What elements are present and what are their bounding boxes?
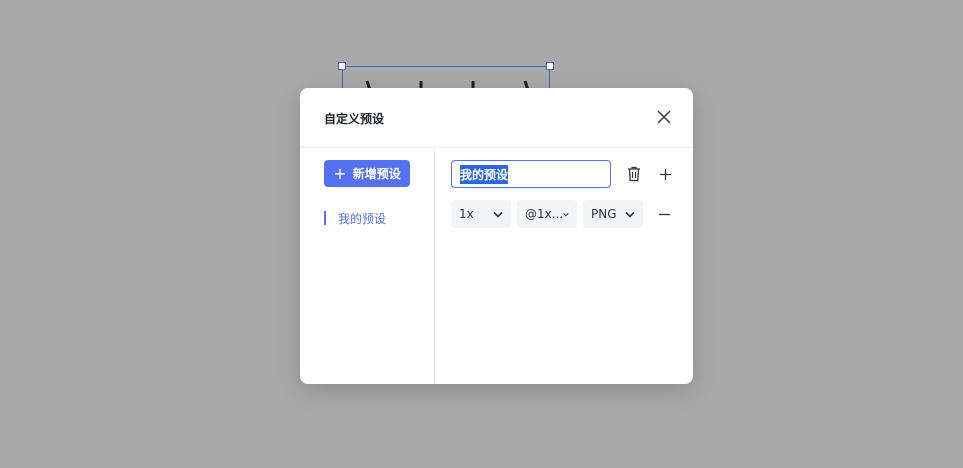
chevron-down-icon xyxy=(563,212,569,216)
chevron-down-icon xyxy=(493,211,503,218)
suffix-value: @1x... xyxy=(525,207,564,221)
format-value: PNG xyxy=(591,207,617,221)
plus-icon xyxy=(659,168,671,180)
preset-editor: 我的预设 1x @1x... PNG xyxy=(435,148,693,384)
close-icon xyxy=(657,110,671,124)
dialog-body: + 新增预设 我的预设 我的预设 1x @1x... PNG xyxy=(300,148,693,384)
minus-icon xyxy=(658,213,670,215)
active-indicator xyxy=(324,211,326,225)
resize-handle-top-left[interactable] xyxy=(338,62,346,70)
chevron-down-icon xyxy=(625,211,635,218)
scale-select[interactable]: 1x xyxy=(451,200,511,228)
trash-icon xyxy=(628,166,640,182)
close-button[interactable] xyxy=(655,108,673,126)
preset-name-input[interactable]: 我的预设 xyxy=(451,160,611,188)
suffix-select[interactable]: @1x... xyxy=(517,200,577,228)
format-select[interactable]: PNG xyxy=(583,200,643,228)
preset-item[interactable]: 我的预设 xyxy=(324,210,386,226)
add-preset-label: 新增预设 xyxy=(352,167,401,181)
plus-icon: + xyxy=(333,163,347,183)
preset-item-label: 我的预设 xyxy=(338,211,387,226)
custom-preset-dialog: 自定义预设 + 新增预设 我的预设 我的预设 1x @1x... PNG xyxy=(300,88,693,384)
delete-preset-button[interactable] xyxy=(625,165,643,183)
resize-handle-top-right[interactable] xyxy=(546,62,554,70)
add-export-row-button[interactable] xyxy=(656,165,674,183)
add-preset-button[interactable]: + 新增预设 xyxy=(324,160,410,187)
remove-export-row-button[interactable] xyxy=(655,205,673,223)
preset-name-value: 我的预设 xyxy=(460,164,509,184)
preset-sidebar: + 新增预设 我的预设 xyxy=(300,148,435,384)
dialog-title: 自定义预设 xyxy=(324,112,385,126)
dialog-header: 自定义预设 xyxy=(300,88,693,148)
scale-value: 1x xyxy=(459,207,474,221)
